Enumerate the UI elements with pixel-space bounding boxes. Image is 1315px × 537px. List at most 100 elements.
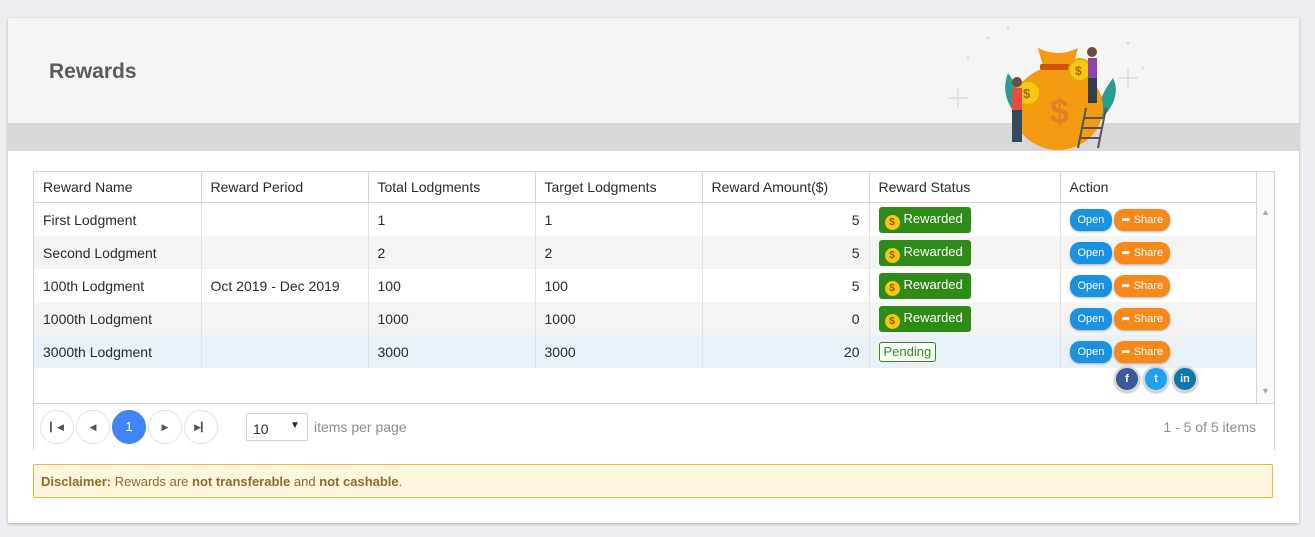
disclaimer-text-part: and bbox=[290, 474, 320, 489]
share-button[interactable]: ➦ Share bbox=[1114, 340, 1171, 363]
cell-reward-period bbox=[201, 202, 369, 236]
cell-total-lodgments: 3000 bbox=[368, 335, 536, 368]
column-header-reward-period[interactable]: Reward Period bbox=[201, 172, 369, 203]
cell-action: Open ➦ Share bbox=[1060, 236, 1257, 269]
first-page-icon[interactable]: ▎◀ bbox=[40, 410, 74, 444]
cell-target-lodgments: 100 bbox=[535, 269, 703, 302]
page-size-value: 10 bbox=[253, 421, 269, 437]
coin-icon: $ bbox=[884, 247, 900, 263]
share-icon: ➦ bbox=[1121, 345, 1131, 358]
column-header-reward-amount[interactable]: Reward Amount($) bbox=[702, 172, 870, 203]
cell-reward-amount: 5 bbox=[702, 269, 870, 302]
cell-reward-status: $ Rewarded bbox=[869, 202, 1061, 236]
status-badge-rewarded: $ Rewarded bbox=[878, 206, 971, 233]
open-button[interactable]: Open bbox=[1069, 208, 1113, 231]
cell-reward-name: 1000th Lodgment bbox=[34, 302, 202, 335]
share-options: f t in bbox=[1114, 366, 1201, 392]
cell-reward-status: $ Rewarded bbox=[869, 302, 1061, 335]
share-button[interactable]: ➦ Share bbox=[1114, 274, 1171, 297]
status-label: Rewarded bbox=[903, 309, 963, 325]
cell-reward-period bbox=[201, 335, 369, 368]
share-icon: ➦ bbox=[1121, 246, 1131, 259]
cell-reward-amount: 5 bbox=[702, 236, 870, 269]
open-button[interactable]: Open bbox=[1069, 274, 1113, 297]
status-badge-pending: Pending bbox=[878, 341, 937, 362]
rewards-grid: Reward Name Reward Period Total Lodgment… bbox=[33, 171, 1275, 450]
rewards-table: Reward Name Reward Period Total Lodgment… bbox=[34, 172, 1257, 368]
open-button[interactable]: Open bbox=[1069, 340, 1113, 363]
prev-page-icon[interactable]: ◀ bbox=[76, 410, 110, 444]
cell-reward-status: $ Rewarded bbox=[869, 269, 1061, 302]
share-label: Share bbox=[1133, 345, 1164, 358]
coin-icon: $ bbox=[884, 313, 900, 329]
open-button[interactable]: Open bbox=[1069, 241, 1113, 264]
items-per-page-label: items per page bbox=[314, 419, 407, 435]
disclaimer-emphasis: not transferable bbox=[192, 474, 291, 489]
page-size-select[interactable]: 10 ▼ bbox=[246, 413, 308, 441]
disclaimer-text-part: Rewards are bbox=[111, 474, 193, 489]
svg-text:$: $ bbox=[1023, 86, 1031, 101]
cell-action: Open ➦ Share bbox=[1060, 302, 1257, 335]
svg-text:$: $ bbox=[1050, 93, 1069, 131]
column-header-action[interactable]: Action bbox=[1060, 172, 1257, 203]
share-label: Share bbox=[1133, 246, 1164, 259]
page-number-button[interactable]: 1 bbox=[112, 410, 146, 444]
scroll-up-icon[interactable]: ▲ bbox=[1261, 207, 1270, 217]
cell-reward-name: 100th Lodgment bbox=[34, 269, 202, 302]
coin-icon: $ bbox=[884, 280, 900, 296]
disclaimer-label: Disclaimer: bbox=[41, 474, 112, 489]
status-badge-rewarded: $ Rewarded bbox=[878, 305, 971, 332]
disclaimer-text-part: . bbox=[398, 474, 403, 489]
rewards-card: Rewards $ $ $ Reward Name Reward Period … bbox=[8, 18, 1299, 523]
table-row: 3000th Lodgment 3000 3000 20 Pending Ope… bbox=[34, 335, 1257, 368]
share-button[interactable]: ➦ Share bbox=[1114, 241, 1171, 264]
coin-icon: $ bbox=[884, 214, 900, 230]
cell-reward-name: First Lodgment bbox=[34, 202, 202, 236]
table-row: First Lodgment 1 1 5 $ Rewarded Open ➦ Sha… bbox=[34, 202, 1257, 236]
cell-reward-amount: 20 bbox=[702, 335, 870, 368]
twitter-icon[interactable]: t bbox=[1143, 366, 1169, 392]
cell-reward-period bbox=[201, 302, 369, 335]
column-header-reward-name[interactable]: Reward Name bbox=[34, 172, 202, 203]
cell-action: Open ➦ Share bbox=[1060, 335, 1257, 368]
status-label: Rewarded bbox=[903, 276, 963, 292]
cell-action: Open ➦ Share bbox=[1060, 202, 1257, 236]
table-header-row: Reward Name Reward Period Total Lodgment… bbox=[34, 172, 1257, 203]
facebook-icon[interactable]: f bbox=[1114, 366, 1140, 392]
status-label: Rewarded bbox=[903, 243, 963, 259]
caret-down-icon: ▼ bbox=[290, 420, 300, 431]
linkedin-icon[interactable]: in bbox=[1172, 366, 1198, 392]
cell-total-lodgments: 2 bbox=[368, 236, 536, 269]
share-label: Share bbox=[1133, 312, 1164, 325]
share-button[interactable]: ➦ Share bbox=[1114, 307, 1171, 330]
svg-text:$: $ bbox=[1075, 64, 1082, 78]
share-label: Share bbox=[1133, 213, 1164, 226]
vertical-scrollbar[interactable]: ▲ ▼ bbox=[1256, 172, 1274, 403]
open-button[interactable]: Open bbox=[1069, 307, 1113, 330]
share-icon: ➦ bbox=[1121, 213, 1131, 226]
column-header-total-lodgments[interactable]: Total Lodgments bbox=[368, 172, 536, 203]
status-label: Rewarded bbox=[903, 210, 963, 226]
page-title: Rewards bbox=[49, 60, 137, 83]
cell-action: Open ➦ Share bbox=[1060, 269, 1257, 302]
cell-target-lodgments: 3000 bbox=[535, 335, 703, 368]
cell-total-lodgments: 100 bbox=[368, 269, 536, 302]
cell-reward-name: 3000th Lodgment bbox=[34, 335, 202, 368]
status-badge-rewarded: $ Rewarded bbox=[878, 239, 971, 266]
table-row: 100th Lodgment Oct 2019 - Dec 2019 100 1… bbox=[34, 269, 1257, 302]
cell-reward-amount: 5 bbox=[702, 202, 870, 236]
cell-reward-period bbox=[201, 236, 369, 269]
scroll-down-icon[interactable]: ▼ bbox=[1261, 386, 1270, 396]
share-button[interactable]: ➦ Share bbox=[1114, 208, 1171, 231]
cell-total-lodgments: 1 bbox=[368, 202, 536, 236]
column-header-reward-status[interactable]: Reward Status bbox=[869, 172, 1061, 203]
cell-reward-status: Pending bbox=[869, 335, 1061, 368]
pager-info: 1 - 5 of 5 items bbox=[1163, 419, 1256, 435]
share-label: Share bbox=[1133, 279, 1164, 292]
last-page-icon[interactable]: ▶▎ bbox=[184, 410, 218, 444]
status-badge-rewarded: $ Rewarded bbox=[878, 272, 971, 299]
column-header-target-lodgments[interactable]: Target Lodgments bbox=[535, 172, 703, 203]
next-page-icon[interactable]: ▶ bbox=[148, 410, 182, 444]
table-row: Second Lodgment 2 2 5 $ Rewarded Open ➦ Sh… bbox=[34, 236, 1257, 269]
money-bag-illustration: $ $ $ bbox=[948, 26, 1145, 150]
